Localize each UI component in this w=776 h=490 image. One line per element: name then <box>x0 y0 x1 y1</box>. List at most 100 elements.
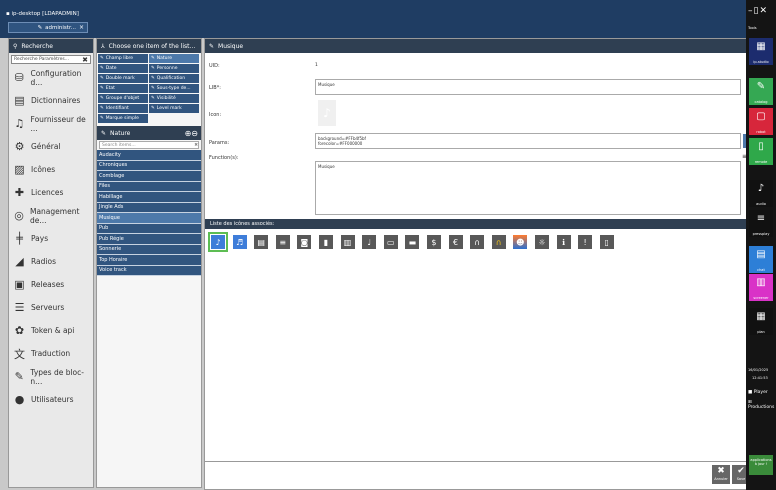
sidebar-item-fournisseur-de[interactable]: ♫ Fournisseur de ... <box>9 112 93 135</box>
sidebar-item-configuration-d[interactable]: ⛁ Configuration d... <box>9 66 93 89</box>
field-tag[interactable]: ✎ Sous-type de... <box>149 84 199 93</box>
nature-list-item[interactable]: Habillage <box>97 192 201 203</box>
chooser-header: ⅄ Choose one item of the list... <box>97 39 201 53</box>
nature-list-item[interactable]: Musique <box>97 213 201 224</box>
sidebar-item-management-de[interactable]: ◎ Management de... <box>9 204 93 227</box>
dollar-icon[interactable]: $ <box>426 235 441 249</box>
player-item[interactable]: ■ Player <box>748 390 768 395</box>
headphones-yellow-icon[interactable]: ∩ <box>491 235 506 249</box>
sidebar-item-label: Serveurs <box>31 303 65 312</box>
info-icon[interactable]: ℹ <box>556 235 571 249</box>
field-tag[interactable]: ✎ Nature <box>149 54 199 63</box>
music-notes-icon[interactable]: ♬ <box>232 235 247 249</box>
tool-button-robot[interactable]: ▢ robot <box>749 108 773 135</box>
avatar-headphones-icon[interactable]: ☻ <box>513 235 528 249</box>
pencil-icon: ✎ <box>151 76 155 81</box>
playlist-icon[interactable]: ≡ <box>275 235 290 249</box>
euro-icon[interactable]: € <box>448 235 463 249</box>
tool-button-screener[interactable]: ▥ screener <box>749 274 773 301</box>
field-tag[interactable]: ✎ Visibilité <box>149 94 199 103</box>
album-icon[interactable]: ◙ <box>297 235 312 249</box>
gear-icon: ⚙ <box>14 140 25 153</box>
nature-list-item[interactable]: Audacity <box>97 150 201 161</box>
field-tag[interactable]: ✎ Level mark <box>149 104 199 113</box>
field-tag-label: Groupe d'objet <box>105 96 140 101</box>
sidebar-item-token-api[interactable]: ✿ Token & api <box>9 319 93 342</box>
headphones-icon[interactable]: ∩ <box>470 235 485 249</box>
add-remove-icon[interactable]: ⊕⊖ <box>185 129 198 138</box>
nature-list-item[interactable]: Comblage <box>97 171 201 182</box>
sidebar-item-utilisateurs[interactable]: ● Utilisateurs <box>9 388 93 411</box>
robot-icon: ▢ <box>756 111 766 122</box>
session-tab[interactable]: ✎ administr... × <box>8 22 88 33</box>
productions-item[interactable]: ⊞ Productions <box>748 400 776 410</box>
field-tag[interactable]: ✎ Identifiant <box>98 104 148 113</box>
nature-list-item[interactable]: Chroniques <box>97 160 201 171</box>
tool-button-ip-studio[interactable]: ▦ ip-studio <box>749 38 773 65</box>
apply-updates-button[interactable]: applications à jour ! <box>749 455 773 475</box>
broadcast-icon: ◢ <box>15 255 24 268</box>
nature-list-item[interactable]: Top Horaire <box>97 255 201 266</box>
gear-key-icon: ✿ <box>14 324 25 337</box>
tool-button-plan[interactable]: ▦ plan <box>749 308 773 335</box>
params-textarea[interactable]: background=#FFb4f5bf forecolor=#FF000000 <box>315 133 741 149</box>
nature-search-input[interactable]: Search items... ✖ <box>99 141 199 149</box>
sidebar-item-ic-nes[interactable]: ▨ Icônes <box>9 158 93 181</box>
sidebar-item-pays[interactable]: ╪ Pays <box>9 227 93 250</box>
image-icon: ▨ <box>14 163 25 176</box>
tool-button-audio[interactable]: ♪ audio <box>749 180 773 207</box>
sidebar-item-traduction[interactable]: 文 Traduction <box>9 342 93 365</box>
functions-textarea[interactable]: Musique <box>315 161 741 215</box>
field-tag[interactable]: ✎ Personne <box>149 64 199 73</box>
nature-list-item[interactable]: Sonnerie <box>97 244 201 255</box>
sidebar-item-label: Utilisateurs <box>31 395 74 404</box>
music-file-icon[interactable]: ▤ <box>254 235 269 249</box>
tool-button-label: catalog <box>754 100 768 104</box>
music-note-icon[interactable]: ♪ <box>208 232 228 252</box>
nature-list-item[interactable]: Pub <box>97 223 201 234</box>
cancel-button[interactable]: ✖ Annuler <box>712 465 730 484</box>
remote-icon: ▯ <box>758 141 764 152</box>
microphone-icon[interactable]: ♩ <box>362 235 377 249</box>
sidebar-item-releases[interactable]: ▣ Releases <box>9 273 93 296</box>
tool-button-catalog[interactable]: ✎ catalog <box>749 78 773 105</box>
close-tab-icon[interactable]: × <box>79 24 84 31</box>
audio-file-icon[interactable]: ▥ <box>340 235 355 249</box>
settings-search-input[interactable]: Recherche Paramètres... ✖ <box>11 55 91 64</box>
sidebar-item-radios[interactable]: ◢ Radios <box>9 250 93 273</box>
window-controls[interactable]: –▯✕ <box>748 6 768 16</box>
nature-list-item[interactable]: Jingle Ads <box>97 202 201 213</box>
field-tag[interactable]: ✎ Qualification <box>149 74 199 83</box>
field-tag[interactable]: ✎ Groupe d'objet <box>98 94 148 103</box>
tool-button-remote[interactable]: ▯ remote <box>749 138 773 165</box>
cassette-icon[interactable]: ▬ <box>405 235 420 249</box>
sidebar-item-serveurs[interactable]: ☰ Serveurs <box>9 296 93 319</box>
field-tag[interactable]: ✎ Date <box>98 64 148 73</box>
sun-icon[interactable]: ☼ <box>534 235 549 249</box>
icon-preview[interactable]: ♪ <box>318 100 336 126</box>
sidebar-item-label: Dictionnaires <box>31 96 81 105</box>
tool-button-chat[interactable]: ▤ chat <box>749 246 773 273</box>
field-tag[interactable]: ✎ Champ libre <box>98 54 148 63</box>
field-tag[interactable]: ✎ Double mark <box>98 74 148 83</box>
sidebar-item-dictionnaires[interactable]: ▤ Dictionnaires <box>9 89 93 112</box>
window-title: ▪ ip-desktop [LDAPADMIN] <box>6 11 79 17</box>
sidebar-item-g-n-ral[interactable]: ⚙ Général <box>9 135 93 158</box>
field-tag[interactable]: ✎ Marque simple <box>98 114 148 123</box>
nature-list-item[interactable]: Pub Régie <box>97 234 201 245</box>
exclamation-icon[interactable]: ! <box>578 235 593 249</box>
document-icon[interactable]: ▮ <box>318 235 333 249</box>
tool-button-pressplay[interactable]: ≡ pressplay <box>749 210 773 237</box>
clear-icon[interactable]: ✖ <box>194 143 198 148</box>
tape-icon[interactable]: ▭ <box>383 235 398 249</box>
sidebar-item-types-de-bloc-n[interactable]: ✎ Types de bloc-n... <box>9 365 93 388</box>
nature-list-item[interactable]: Voice track <box>97 265 201 276</box>
nature-list-item[interactable]: Files <box>97 181 201 192</box>
icon-section-header: Liste des icônes associés: <box>205 219 749 229</box>
field-tag[interactable]: ✎ Etat <box>98 84 148 93</box>
clear-search-icon[interactable]: ✖ <box>82 56 88 64</box>
pencil-icon: ✎ <box>151 56 155 61</box>
sidebar-item-licences[interactable]: ✚ Licences <box>9 181 93 204</box>
lib-input[interactable]: Musique <box>315 79 741 95</box>
open-book-icon[interactable]: ▯ <box>599 235 614 249</box>
